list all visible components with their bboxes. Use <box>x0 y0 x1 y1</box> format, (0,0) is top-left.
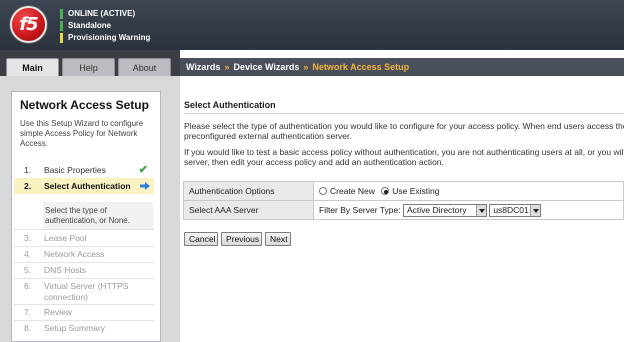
breadcrumb-separator: » <box>303 62 309 72</box>
step-label: Network Access <box>44 249 105 259</box>
cancel-button[interactable]: Cancel <box>184 232 218 246</box>
aaa-server-field: Filter By Server Type: Active Directory … <box>313 200 624 220</box>
tab-help[interactable]: Help <box>62 58 115 76</box>
step-number: 4. <box>24 249 32 259</box>
radio-create-new[interactable] <box>319 187 327 195</box>
wizard-step-setup-summary: 8. Setup Summary <box>14 320 154 336</box>
wizard-step-dns-hosts: 5. DNS Hosts <box>14 262 154 278</box>
wizard-step-virtual-server: 6. Virtual Server (HTTPS connection) <box>14 280 154 304</box>
form-row-auth-options: Authentication Options Create New Use Ex… <box>183 181 624 201</box>
chevron-down-icon[interactable] <box>530 204 541 216</box>
wizard-intro: Use this Setup Wizard to configure simpl… <box>20 119 144 148</box>
filter-label: Filter By Server Type: <box>319 204 401 215</box>
tab-about[interactable]: About <box>118 58 171 76</box>
radio-use-existing-label[interactable]: Use Existing <box>392 186 439 196</box>
text-line: server, then edit your access policy and… <box>184 157 444 167</box>
breadcrumb-device-wizards[interactable]: Device Wizards <box>233 62 299 72</box>
status-provisioning-warning[interactable]: Provisioning Warning <box>60 33 150 43</box>
current-step-description: Select the type of authentication, or No… <box>43 202 153 230</box>
tab-main[interactable]: Main <box>6 58 59 76</box>
status-online: ONLINE (ACTIVE) <box>60 9 135 19</box>
aaa-server-label: Select AAA Server <box>183 200 314 220</box>
step-label-line: connection) <box>44 292 88 302</box>
radio-use-existing[interactable] <box>381 187 390 195</box>
wizard-step-select-authentication[interactable]: 2. Select Authentication <box>14 178 154 194</box>
step-label: DNS Hosts <box>44 265 87 275</box>
divider <box>14 278 154 279</box>
step-label: Virtual Server (HTTPS connection) <box>44 281 128 303</box>
wizard-step-lease-pool: 3. Lease Pool <box>14 230 154 246</box>
status-standalone: Standalone <box>60 21 111 31</box>
breadcrumb-current: Network Access Setup <box>312 62 410 72</box>
step-label-line: Virtual Server (HTTPS <box>44 281 129 291</box>
step-number: 5. <box>24 265 32 275</box>
chevron-down-icon[interactable] <box>475 204 486 216</box>
step-number: 7. <box>24 307 32 317</box>
text-line: preconfigured external authentication se… <box>184 131 352 141</box>
form-row-aaa-server: Select AAA Server Filter By Server Type:… <box>183 200 624 220</box>
auth-options-field: Create New Use Existing <box>313 181 624 201</box>
step-number: 2. <box>24 181 32 191</box>
step-number: 1. <box>24 165 32 175</box>
aaa-server-select[interactable]: us8DC01 <box>489 203 542 217</box>
step-label: Basic Properties <box>44 165 106 175</box>
radio-create-new-label[interactable]: Create New <box>330 186 375 196</box>
next-button[interactable]: Next <box>265 232 291 246</box>
test-policy-paragraph: If you would like to test a basic access… <box>184 147 624 167</box>
auth-options-label: Authentication Options <box>183 181 314 201</box>
text-line: If you would like to test a basic access… <box>184 147 624 157</box>
step-label: Review <box>44 307 72 317</box>
step-label: Lease Pool <box>44 233 87 243</box>
f5-logo[interactable]: f5 <box>10 6 47 43</box>
step-number: 8. <box>24 323 32 333</box>
server-type-select[interactable]: Active Directory <box>402 203 487 217</box>
description-paragraph: Please select the type of authentication… <box>184 121 624 141</box>
breadcrumb-separator: » <box>224 62 230 72</box>
section-title: Select Authentication <box>184 100 624 114</box>
arrow-right-icon <box>140 182 150 190</box>
wizard-title: Network Access Setup <box>20 98 149 112</box>
wizard-steps-panel: Network Access Setup Use this Setup Wiza… <box>11 91 161 342</box>
breadcrumb-wizards[interactable]: Wizards <box>186 62 220 72</box>
aaa-server-value: us8DC01 <box>493 204 529 215</box>
step-label: Setup Summary <box>44 323 105 333</box>
authentication-form: Authentication Options Create New Use Ex… <box>183 181 624 220</box>
server-type-value: Active Directory <box>406 204 467 215</box>
step-number: 6. <box>24 281 32 291</box>
check-icon: ✔ <box>138 164 148 176</box>
step-number: 3. <box>24 233 32 243</box>
breadcrumb: Wizards» Device Wizards» Network Access Se… <box>180 58 624 76</box>
wizard-step-review: 7. Review <box>14 304 154 320</box>
text-line: Please select the type of authentication… <box>184 121 624 131</box>
wizard-step-network-access: 4. Network Access <box>14 246 154 262</box>
wizard-step-basic-properties[interactable]: 1. Basic Properties ✔ <box>14 162 154 178</box>
step-label: Select Authentication <box>44 181 131 191</box>
previous-button[interactable]: Previous <box>221 232 262 246</box>
